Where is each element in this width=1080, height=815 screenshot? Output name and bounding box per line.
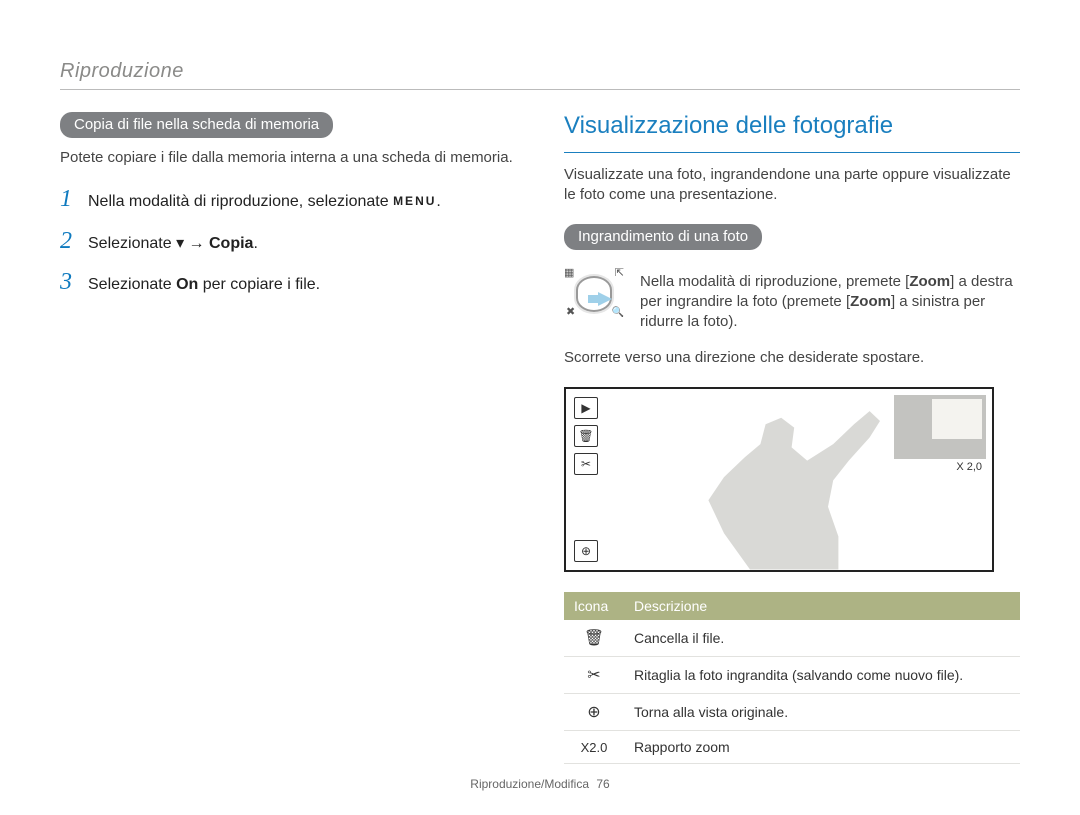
step-3-pre: Selezionate — [88, 276, 176, 293]
section-heading: Visualizzazione delle fotografie — [564, 112, 1020, 140]
table-row: X2.0 Rapporto zoom — [564, 730, 1020, 763]
subheading-pill-copy: Copia di file nella scheda di memoria — [60, 112, 333, 138]
step-3-post: per copiare i file. — [198, 276, 320, 293]
icon-description-table: Icona Descrizione 🗑 Cancella il file. ✂ … — [564, 592, 1020, 764]
zoom-instruction-row: ▦ ⇱ ✖ 🔍 Nella modalità di riproduzione, … — [564, 272, 1020, 333]
step-number: 1 — [60, 186, 88, 213]
menu-icon: MENU — [393, 193, 436, 210]
footer-label: Riproduzione/Modifica — [470, 777, 589, 791]
zoom-ratio-icon: X2.0 — [581, 740, 608, 755]
copy-intro-text: Potete copiare i file dalla memoria inte… — [60, 148, 516, 168]
page-section-title: Riproduzione — [60, 60, 1020, 83]
magnifier-icon: ⊕ — [587, 704, 600, 721]
down-chevron-icon: ▾ — [176, 235, 184, 252]
section-intro: Visualizzate una foto, ingrandendone una… — [564, 165, 1020, 206]
table-cell-desc: Ritaglia la foto ingrandita (salvando co… — [624, 656, 1020, 693]
magnifier-icon: ⊕ — [574, 540, 598, 562]
zoom-keyword: Zoom — [909, 273, 950, 290]
step-number: 2 — [60, 228, 88, 255]
zoom-corner-icon: ✖ — [566, 305, 575, 318]
crop-icon: ✂ — [587, 667, 600, 684]
step-3: 3 Selezionate On per copiare i file. — [60, 269, 516, 296]
table-cell-desc: Rapporto zoom — [624, 730, 1020, 763]
scroll-instruction: Scorrete verso una direzione che desider… — [564, 348, 1020, 368]
manual-page: Riproduzione Copia di file nella scheda … — [0, 0, 1080, 815]
play-icon: ▶ — [574, 397, 598, 419]
zoom-corner-icon: ⇱ — [615, 266, 624, 279]
right-column: Visualizzazione delle fotografie Visuali… — [564, 112, 1020, 764]
zoom-keyword: Zoom — [850, 293, 891, 310]
page-footer: Riproduzione/Modifica 76 — [0, 777, 1080, 791]
trash-icon: 🗑 — [584, 630, 604, 647]
zoom-corner-icon: ▦ — [564, 266, 574, 279]
camera-screen-illustration: ▶ 🗑 ✂ ⊕ X 2,0 — [564, 387, 994, 572]
table-row: 🗑 Cancella il file. — [564, 620, 1020, 657]
step-1-pre: Nella modalità di riproduzione, selezion… — [88, 193, 393, 210]
subheading-pill-zoom: Ingrandimento di una foto — [564, 224, 762, 250]
step-3-bold: On — [176, 276, 198, 293]
photo-silhouette — [646, 405, 906, 570]
table-header-desc: Descrizione — [624, 592, 1020, 620]
zoom-indicator-viewport — [932, 399, 982, 439]
zoom-control-illustration: ▦ ⇱ ✖ 🔍 — [564, 272, 624, 312]
heading-rule — [564, 152, 1020, 153]
step-number: 3 — [60, 269, 88, 296]
step-2-pre: Selezionate — [88, 235, 176, 252]
zoom-ratio-label: X 2,0 — [956, 461, 982, 473]
page-number: 76 — [596, 777, 609, 791]
step-2-bold: Copia — [209, 235, 253, 252]
trash-icon: 🗑 — [574, 425, 598, 447]
left-column: Copia di file nella scheda di memoria Po… — [60, 112, 516, 764]
arrow-right-icon — [598, 292, 612, 306]
header-rule — [60, 89, 1020, 90]
table-cell-desc: Cancella il file. — [624, 620, 1020, 657]
step-3-text: Selezionate On per copiare i file. — [88, 274, 320, 296]
table-row: ⊕ Torna alla vista originale. — [564, 693, 1020, 730]
step-1-text: Nella modalità di riproduzione, selezion… — [88, 191, 441, 213]
table-row: ✂ Ritaglia la foto ingrandita (salvando … — [564, 656, 1020, 693]
step-2: 2 Selezionate ▾ → Copia. — [60, 228, 516, 255]
zoom-instruction-text: Nella modalità di riproduzione, premete … — [640, 272, 1020, 333]
zoom-corner-icon: 🔍 — [612, 307, 624, 318]
table-header-icon: Icona — [564, 592, 624, 620]
zoom-ring-icon — [576, 276, 612, 312]
step-2-text: Selezionate ▾ → Copia. — [88, 233, 258, 255]
crop-icon: ✂ — [574, 453, 598, 475]
step-2-post: . — [253, 235, 257, 252]
zoom-text-pre: Nella modalità di riproduzione, premete … — [640, 273, 909, 290]
step-1-post: . — [436, 193, 440, 210]
table-cell-desc: Torna alla vista originale. — [624, 693, 1020, 730]
step-1: 1 Nella modalità di riproduzione, selezi… — [60, 186, 516, 213]
screen-side-icons: ▶ 🗑 ✂ ⊕ — [574, 397, 598, 562]
zoom-indicator-box — [894, 395, 986, 459]
step-2-arrow: → — [184, 235, 209, 252]
